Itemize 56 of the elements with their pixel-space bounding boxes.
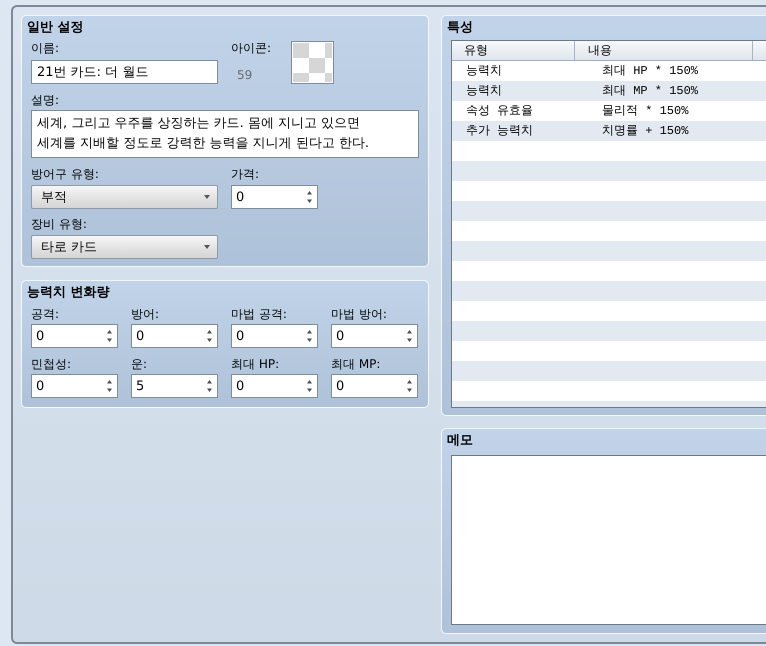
number-field[interactable]: 0 <box>31 374 118 398</box>
number-field[interactable]: 5 <box>131 374 218 398</box>
list-cell-text: 치명률 + 150% <box>601 123 690 140</box>
spin-arrows-icon[interactable] <box>307 330 312 342</box>
panel-title: 메모 <box>447 432 473 450</box>
list-cell-text: 최대 HP * 150% <box>601 63 700 80</box>
spin-arrows-icon[interactable] <box>107 380 112 392</box>
list-cell-text: 속성 유효율 <box>465 103 534 120</box>
caret-icon <box>204 245 210 249</box>
field-label: 최대 HP: <box>231 357 280 371</box>
list-cell-text: 최대 MP * 150% <box>601 83 700 100</box>
list-cell-text: 능력치 <box>465 63 503 80</box>
field-label: 운: <box>131 357 148 371</box>
checkerboard-icon[interactable] <box>291 41 334 84</box>
caret-icon <box>204 195 210 199</box>
field-label: 장비 유형: <box>31 217 87 231</box>
traits-list[interactable]: 유형 내용 능력치 최대 HP * 150% 능력치 최대 MP * 150% 속성 유효율 물리적 * 150% 추가 능력치 치명률 + 150% <box>451 40 766 408</box>
spin-arrows-icon[interactable] <box>407 330 412 342</box>
field-label: 설명: <box>31 93 60 107</box>
number-field[interactable]: 0 <box>231 374 318 398</box>
memo-field[interactable] <box>451 455 766 625</box>
spin-arrows-icon[interactable] <box>307 191 312 203</box>
spin-arrows-icon[interactable] <box>407 380 412 392</box>
field-label: 공격: <box>31 307 60 321</box>
name-field[interactable]: 21번 카드: 더 월드 <box>31 60 218 84</box>
panel-title: 일반 설정 <box>27 19 84 37</box>
number-field[interactable]: 0 <box>31 324 118 348</box>
field-label: 가격: <box>231 167 260 181</box>
list-cell-text: 물리적 * 150% <box>601 103 690 120</box>
equipment-type-dropdown[interactable]: 타로 카드 <box>31 235 218 259</box>
field-label: 방어구 유형: <box>31 167 99 181</box>
number-field[interactable]: 0 <box>231 324 318 348</box>
icon-index: 59 <box>237 68 252 82</box>
spin-arrows-icon[interactable] <box>307 380 312 392</box>
number-field[interactable]: 0 <box>331 374 418 398</box>
field-label: 아이콘: <box>231 41 272 55</box>
column-header[interactable]: 내용 <box>575 41 753 60</box>
field-label: 마법 방어: <box>331 307 387 321</box>
field-label: 마법 공격: <box>231 307 287 321</box>
field-label: 최대 MP: <box>331 357 380 371</box>
list-cell-text: 추가 능력치 <box>465 123 534 140</box>
number-field[interactable]: 0 <box>131 324 218 348</box>
spin-arrows-icon[interactable] <box>107 330 112 342</box>
spin-arrows-icon[interactable] <box>207 380 212 392</box>
panel-title: 능력치 변화량 <box>27 284 110 302</box>
spin-arrows-icon[interactable] <box>207 330 212 342</box>
column-header[interactable]: 유형 <box>452 41 575 60</box>
list-cell-text: 능력치 <box>465 83 503 100</box>
panel-title: 특성 <box>447 19 473 37</box>
description-field[interactable]: 세계, 그리고 우주를 상징하는 카드. 몸에 지니고 있으면 세계를 지배할 정도로 강력한 능력을 지니게 된다고 한다. <box>31 110 419 158</box>
armor-type-dropdown[interactable]: 부적 <box>31 185 218 209</box>
field-label: 민첩성: <box>31 357 72 371</box>
field-label: 이름: <box>31 41 60 55</box>
field-label: 방어: <box>131 307 160 321</box>
price-field[interactable]: 0 <box>231 185 318 209</box>
number-field[interactable]: 0 <box>331 324 418 348</box>
